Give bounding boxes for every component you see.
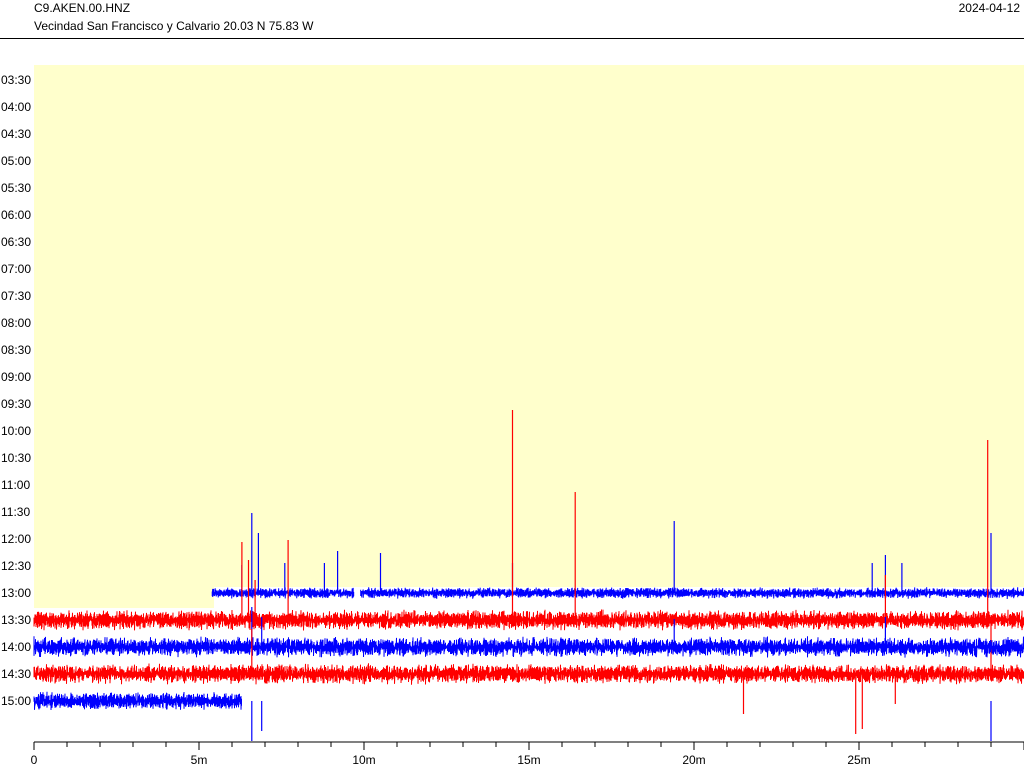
row-label: 09:00 xyxy=(1,370,31,384)
row-time-labels: 03:30 04:00 04:30 05:00 05:30 06:00 06:30 07:00… xyxy=(1,73,31,708)
trace-13:00 xyxy=(211,587,355,599)
row-label: 04:30 xyxy=(1,127,31,141)
row-label: 10:30 xyxy=(1,451,31,465)
row-label: 05:30 xyxy=(1,181,31,195)
time-tick-label: 25m xyxy=(847,753,870,767)
time-tick-label: 15m xyxy=(517,753,540,767)
row-label: 12:00 xyxy=(1,532,31,546)
trace-15:00 xyxy=(33,691,242,711)
time-tick-label: 5m xyxy=(191,753,208,767)
row-label: 07:00 xyxy=(1,262,31,276)
row-label: 05:00 xyxy=(1,154,31,168)
helicorder-chart: 03:30 04:00 04:30 05:00 05:30 06:00 06:30 07:00… xyxy=(1,65,1024,767)
row-label: 07:30 xyxy=(1,289,31,303)
row-label: 14:00 xyxy=(1,640,31,654)
row-label: 06:00 xyxy=(1,208,31,222)
trace-14:30 xyxy=(33,663,1024,685)
row-label: 08:30 xyxy=(1,343,31,357)
time-tick-label: 10m xyxy=(352,753,375,767)
row-label: 13:30 xyxy=(1,613,31,627)
trace-13:30 xyxy=(33,609,1024,631)
row-label: 13:00 xyxy=(1,586,31,600)
row-label: 06:30 xyxy=(1,235,31,249)
row-label: 11:30 xyxy=(1,505,30,519)
row-label: 09:30 xyxy=(1,397,31,411)
trace-14:00 xyxy=(33,636,1024,658)
row-label: 10:00 xyxy=(1,424,31,438)
row-label: 14:30 xyxy=(1,667,31,681)
row-label: 12:30 xyxy=(1,559,31,573)
row-label: 08:00 xyxy=(1,316,31,330)
time-tick-label: 20m xyxy=(682,753,705,767)
time-axis: 0 5m 10m 15m 20m 25m xyxy=(31,741,1024,767)
row-label: 04:00 xyxy=(1,100,31,114)
elapsed-time-shading-step xyxy=(34,65,214,608)
trace-13:00 xyxy=(360,587,1024,600)
time-tick-label: 0 xyxy=(31,753,38,767)
plot-background xyxy=(34,65,1024,608)
row-label: 15:00 xyxy=(1,694,31,708)
row-label: 03:30 xyxy=(1,73,31,87)
row-label: 11:00 xyxy=(1,478,30,492)
